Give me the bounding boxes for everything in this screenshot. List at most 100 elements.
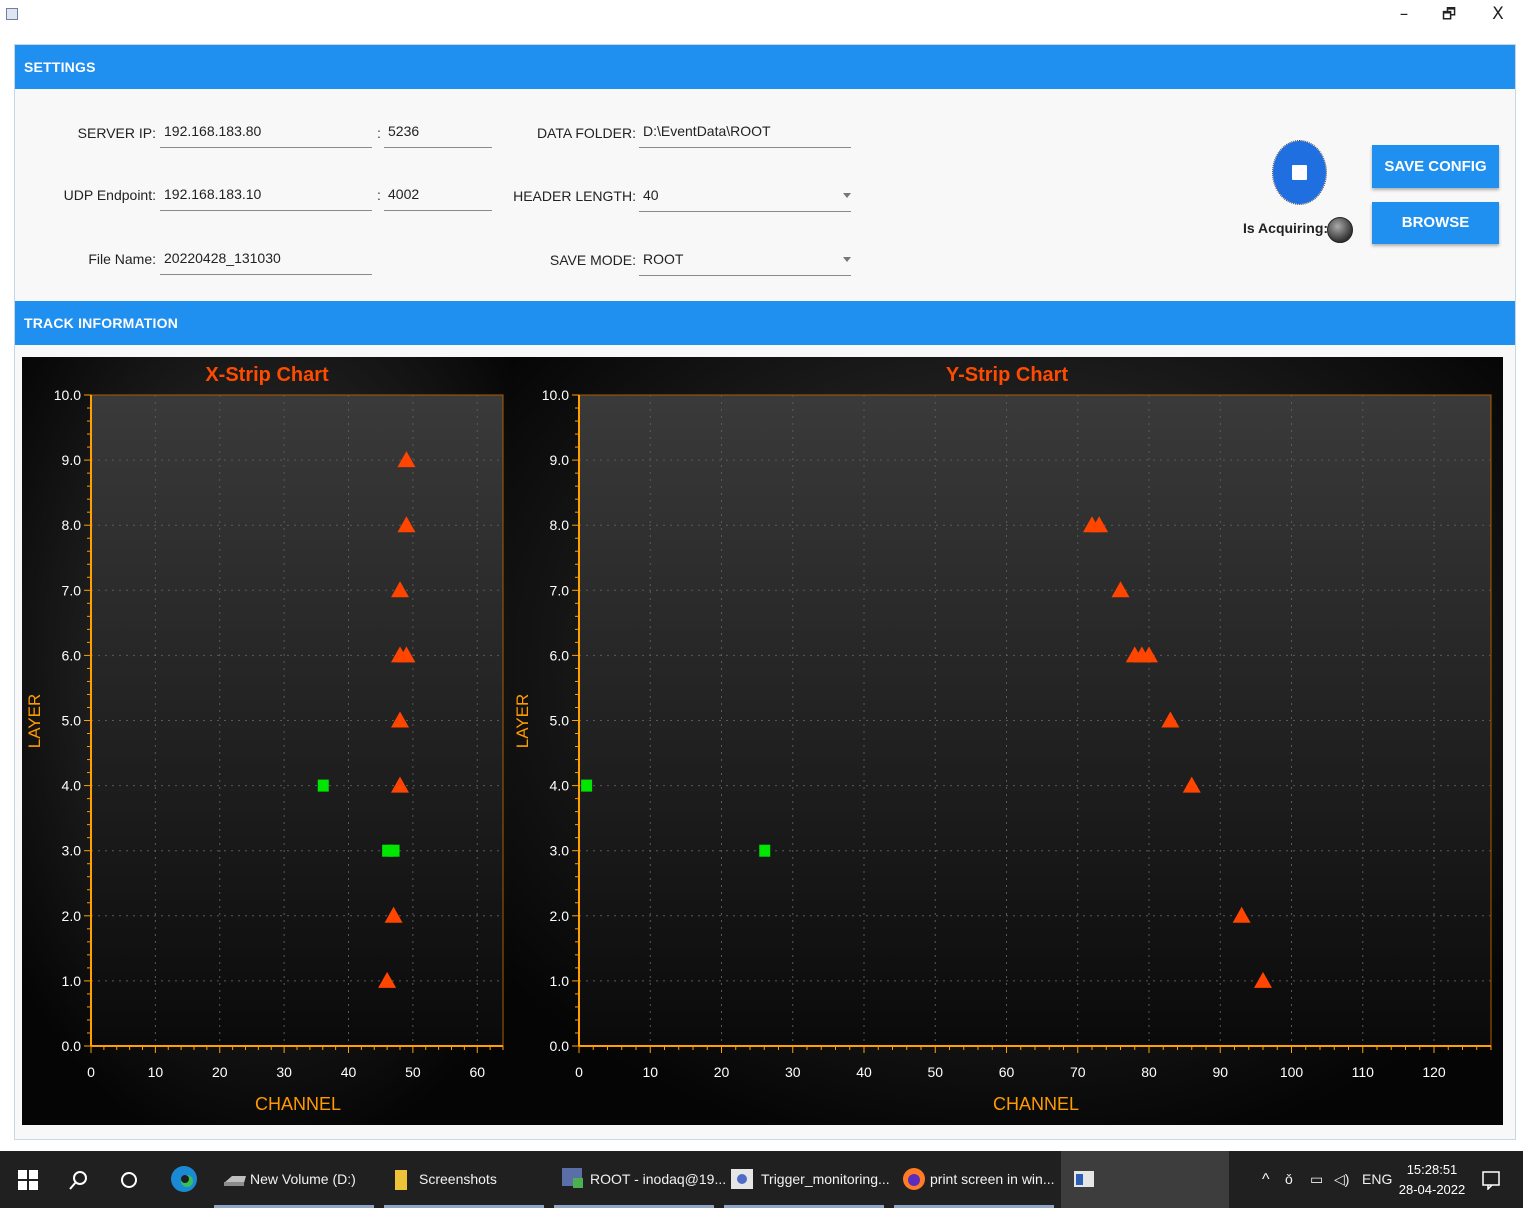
x-tick-label: 110 — [1352, 1064, 1375, 1080]
y-tick-label: 7.0 — [62, 582, 82, 598]
x-tick-label: 10 — [148, 1064, 164, 1080]
taskbar-item-current-app[interactable] — [1061, 1151, 1229, 1208]
x-tick-label: 20 — [714, 1064, 730, 1080]
browse-button[interactable]: BROWSE — [1372, 202, 1499, 244]
x-tick-label: 80 — [1141, 1064, 1157, 1080]
x-tick-label: 120 — [1422, 1064, 1446, 1080]
app-icon — [6, 8, 18, 20]
settings-header: SETTINGS — [15, 45, 1515, 89]
y-tick-label: 2.0 — [62, 908, 82, 924]
server-ip-label: SERVER IP: — [77, 125, 156, 141]
x-tick-label: 70 — [1070, 1064, 1086, 1080]
x-tick-label: 0 — [575, 1064, 583, 1080]
save-mode-label: SAVE MODE: — [549, 252, 636, 268]
x-tick-label: 50 — [927, 1064, 943, 1080]
chevron-up-icon[interactable]: ^ — [1262, 1151, 1270, 1208]
y-tick-label: 9.0 — [550, 452, 570, 468]
data-point-square — [388, 844, 400, 857]
windows-start-icon[interactable] — [18, 1170, 38, 1190]
y-tick-label: 4.0 — [550, 778, 570, 794]
firefox-icon — [903, 1168, 925, 1190]
y-tick-label: 1.0 — [62, 973, 82, 989]
cortana-icon[interactable] — [118, 1169, 140, 1191]
track-info-header: TRACK INFORMATION — [15, 301, 1515, 345]
x-tick-label: 40 — [856, 1064, 872, 1080]
server-port-input[interactable]: 5236 — [384, 117, 492, 148]
chevron-down-icon — [843, 257, 851, 262]
network-icon[interactable]: ▭ — [1310, 1151, 1323, 1208]
y-axis-title: LAYER — [25, 694, 44, 749]
y-tick-label: 2.0 — [550, 908, 570, 924]
y-tick-label: 6.0 — [550, 647, 570, 663]
colon: : — [377, 187, 381, 203]
data-point-square — [759, 844, 771, 857]
server-ip-input[interactable]: 192.168.183.80 — [160, 117, 372, 148]
chart-title: X-Strip Chart — [205, 364, 329, 386]
x-tick-label: 60 — [469, 1064, 485, 1080]
x-tick-label: 100 — [1280, 1064, 1304, 1080]
header-length-label: HEADER LENGTH: — [513, 188, 636, 204]
clock-date: 28-04-2022 — [1398, 1182, 1466, 1197]
chart-y-strip: 0 10 20 30 40 50 60 70 80 90 100 110 120 0.0 1.0 2.0 3.0… — [512, 357, 1503, 1125]
colon: : — [377, 125, 381, 141]
app-icon — [1074, 1171, 1094, 1187]
y-tick-label: 7.0 — [550, 582, 570, 598]
x-tick-label: 20 — [212, 1064, 228, 1080]
drive-icon — [224, 1176, 246, 1186]
search-icon[interactable] — [68, 1169, 90, 1191]
file-name-input[interactable]: 20220428_131030 — [160, 244, 372, 275]
data-point-square — [317, 779, 329, 792]
acquiring-indicator-icon — [1327, 217, 1353, 243]
stop-icon — [1292, 165, 1307, 180]
x-tick-label: 10 — [642, 1064, 658, 1080]
close-button[interactable]: X — [1483, 2, 1513, 26]
chevron-down-icon — [843, 193, 851, 198]
clock[interactable]: 15:28:51 28-04-2022 — [1397, 1160, 1467, 1200]
udp-port-input[interactable]: 4002 — [384, 180, 492, 211]
chart-title: Y-Strip Chart — [946, 364, 1069, 386]
y-tick-label: 3.0 — [62, 843, 82, 859]
minimize-button[interactable]: – — [1389, 2, 1419, 26]
y-tick-label: 6.0 — [62, 647, 82, 663]
language-indicator[interactable]: ENG — [1362, 1151, 1392, 1208]
track-charts: 0 10 20 30 40 50 60 0.0 1.0 2.0 3.0 4.0 5.0 6.0 7.0 8.0… — [22, 357, 1503, 1125]
data-folder-input[interactable]: D:\EventData\ROOT — [639, 117, 851, 148]
y-tick-label: 8.0 — [62, 517, 82, 533]
y-tick-label: 0.0 — [62, 1038, 82, 1054]
save-config-button[interactable]: SAVE CONFIG — [1372, 145, 1499, 188]
x-tick-label: 90 — [1212, 1064, 1228, 1080]
x-tick-label: 50 — [405, 1064, 421, 1080]
x-tick-label: 60 — [999, 1064, 1015, 1080]
save-mode-select[interactable]: ROOT — [639, 245, 851, 276]
data-point-square — [581, 779, 593, 792]
y-tick-label: 10.0 — [54, 387, 81, 403]
onedrive-icon[interactable]: ǒ — [1285, 1151, 1293, 1208]
udp-ip-input[interactable]: 192.168.183.10 — [160, 180, 372, 211]
title-bar: – 🗗 X — [0, 0, 1523, 30]
x-tick-label: 30 — [785, 1064, 801, 1080]
y-tick-label: 5.0 — [550, 713, 570, 729]
charts-svg: 0 10 20 30 40 50 60 0.0 1.0 2.0 3.0 4.0 5.0 6.0 7.0 8.0… — [22, 357, 1503, 1125]
x-tick-label: 0 — [87, 1064, 95, 1080]
chart-x-strip: 0 10 20 30 40 50 60 0.0 1.0 2.0 3.0 4.0 5.0 6.0 7.0 8.0… — [22, 357, 512, 1125]
notifications-icon[interactable] — [1481, 1170, 1501, 1190]
file-name-label: File Name: — [88, 251, 156, 267]
x-tick-label: 40 — [341, 1064, 357, 1080]
stop-button[interactable] — [1272, 140, 1327, 205]
y-tick-label: 4.0 — [62, 778, 82, 794]
edge-icon[interactable] — [170, 1165, 198, 1193]
folder-icon — [395, 1170, 407, 1190]
restore-button[interactable]: 🗗 — [1434, 2, 1464, 26]
clock-time: 15:28:51 — [1406, 1162, 1458, 1177]
volume-icon[interactable]: ◁) — [1334, 1151, 1349, 1208]
y-tick-label: 10.0 — [542, 387, 569, 403]
taskbar: New Volume (D:) Screenshots ROOT - inoda… — [0, 1151, 1523, 1208]
udp-endpoint-label: UDP Endpoint: — [63, 187, 156, 203]
app-icon — [731, 1169, 753, 1189]
x-tick-label: 30 — [276, 1064, 292, 1080]
y-tick-label: 1.0 — [550, 973, 570, 989]
x-axis-title: CHANNEL — [255, 1094, 341, 1114]
y-tick-label: 0.0 — [550, 1038, 570, 1054]
header-length-select[interactable]: 40 — [639, 181, 851, 212]
y-tick-label: 3.0 — [550, 843, 570, 859]
